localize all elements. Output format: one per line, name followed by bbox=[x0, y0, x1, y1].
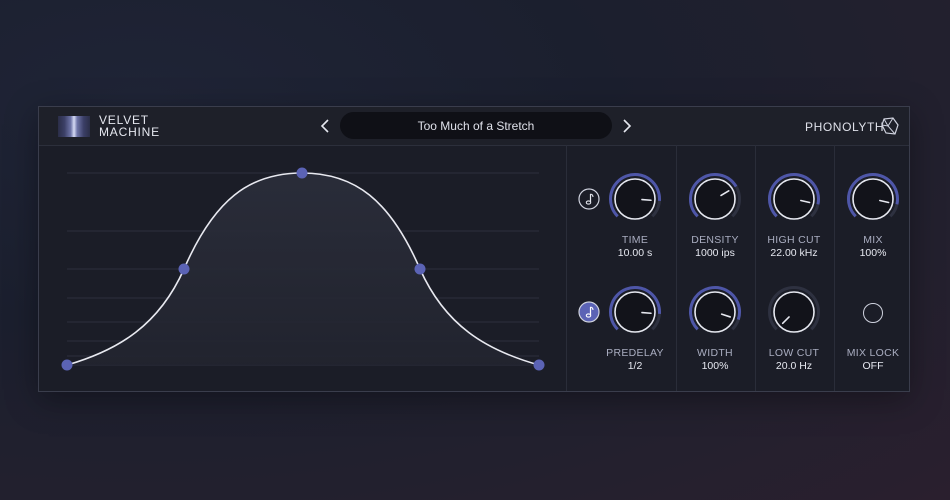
width-value: 100% bbox=[701, 360, 729, 372]
high-cut-label: HIGH CUT bbox=[767, 234, 821, 246]
mix-value: 100% bbox=[859, 247, 887, 259]
high-cut-value: 22.00 kHz bbox=[770, 247, 818, 259]
envelope-node[interactable] bbox=[533, 359, 545, 371]
mix-lock-label: MIX LOCK bbox=[846, 347, 900, 359]
time-knob[interactable] bbox=[608, 172, 662, 226]
high-cut-knob[interactable] bbox=[767, 172, 821, 226]
knob-body bbox=[773, 291, 815, 333]
low-cut-knob[interactable] bbox=[767, 285, 821, 339]
envelope-node[interactable] bbox=[178, 263, 190, 275]
mix-lock-value: OFF bbox=[862, 360, 884, 372]
knob-body bbox=[694, 178, 736, 220]
mix-label: MIX bbox=[863, 234, 883, 246]
width-label: WIDTH bbox=[697, 347, 733, 359]
knob-pointer bbox=[641, 311, 652, 315]
mix-knob[interactable] bbox=[846, 172, 900, 226]
knob-body bbox=[852, 178, 894, 220]
mix-lock-toggle[interactable] bbox=[863, 303, 883, 323]
knob-body bbox=[614, 291, 656, 333]
low-cut-value: 20.0 Hz bbox=[775, 360, 813, 372]
predelay-knob[interactable] bbox=[608, 285, 662, 339]
header-bar: VELVET MACHINE Too Much of a Stretch PHO… bbox=[39, 107, 909, 146]
knob-body bbox=[614, 178, 656, 220]
brand-line-2: MACHINE bbox=[99, 125, 160, 139]
preset-selector[interactable]: Too Much of a Stretch bbox=[340, 112, 612, 139]
phonolyth-logo-icon bbox=[881, 117, 899, 135]
company-name: PHONOLYTH bbox=[805, 120, 885, 134]
density-value: 1000 ips bbox=[695, 247, 735, 259]
envelope-graph[interactable] bbox=[39, 145, 565, 391]
envelope-editor[interactable] bbox=[39, 145, 565, 391]
knob-body bbox=[694, 291, 736, 333]
time-label: TIME bbox=[621, 234, 649, 246]
low-cut-label: LOW CUT bbox=[768, 347, 820, 359]
time-value: 10.00 s bbox=[617, 247, 653, 259]
parameter-panel: TIME 10.00 s DENSITY 1000 ips HIGH CUT 2… bbox=[566, 145, 909, 391]
density-knob[interactable] bbox=[688, 172, 742, 226]
product-name: VELVET MACHINE bbox=[99, 114, 160, 138]
predelay-value: 1/2 bbox=[627, 360, 643, 372]
chevron-right-icon[interactable] bbox=[616, 116, 636, 136]
plugin-window: VELVET MACHINE Too Much of a Stretch PHO… bbox=[38, 106, 910, 392]
envelope-node[interactable] bbox=[61, 359, 73, 371]
predelay-label: PREDELAY bbox=[606, 347, 664, 359]
envelope-node[interactable] bbox=[296, 167, 308, 179]
divider bbox=[566, 145, 567, 391]
knob-body bbox=[773, 178, 815, 220]
music-note-icon[interactable] bbox=[578, 301, 600, 323]
velvet-machine-logo-icon bbox=[58, 116, 90, 137]
width-knob[interactable] bbox=[688, 285, 742, 339]
music-note-icon[interactable] bbox=[578, 188, 600, 210]
density-label: DENSITY bbox=[691, 234, 739, 246]
chevron-left-icon[interactable] bbox=[316, 116, 336, 136]
preset-name: Too Much of a Stretch bbox=[417, 118, 535, 133]
envelope-node[interactable] bbox=[414, 263, 426, 275]
knob-pointer bbox=[641, 198, 652, 202]
